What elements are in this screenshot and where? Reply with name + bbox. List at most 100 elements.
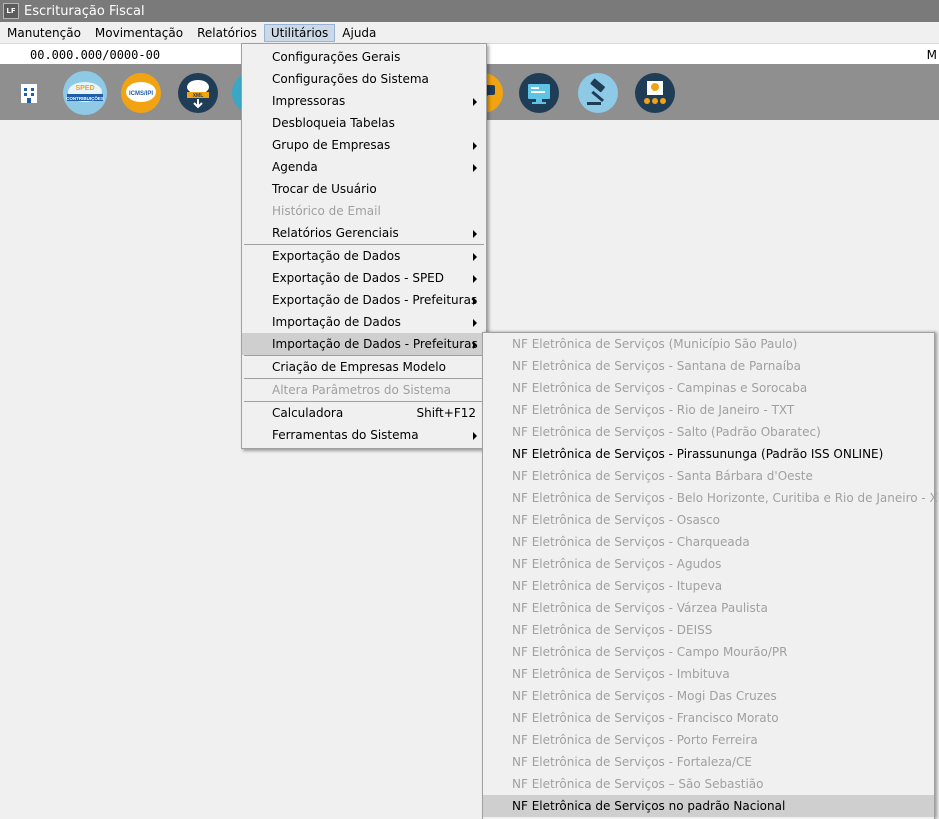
menu-ajuda[interactable]: Ajuda [335,24,383,42]
submenu-item-pirassununga[interactable]: NF Eletrônica de Serviços - Pirassununga… [483,443,934,465]
submenu-item-label: NF Eletrônica de Serviços - Porto Ferrei… [512,733,758,747]
submenu-item-rio-txt: NF Eletrônica de Serviços - Rio de Janei… [483,399,934,421]
menu-item-criacao-empresas-modelo[interactable]: Criação de Empresas Modelo [242,356,486,378]
svg-text:ICMS/IPI: ICMS/IPI [129,91,153,97]
submenu-item-itupeva: NF Eletrônica de Serviços - Itupeva [483,575,934,597]
menu-item-label: Criação de Empresas Modelo [272,360,446,374]
menu-item-relatorios-gerenciais[interactable]: Relatórios Gerenciais [242,222,486,244]
users-icon[interactable] [634,72,676,114]
menu-item-label: Altera Parâmetros do Sistema [272,383,452,397]
menu-item-label: Desbloqueia Tabelas [272,116,395,130]
submenu-item-label: NF Eletrônica de Serviços - Rio de Janei… [512,403,795,417]
submenu-item-santa-barbara: NF Eletrônica de Serviços - Santa Bárbar… [483,465,934,487]
submenu-arrow-icon [473,341,477,349]
menu-movimentacao[interactable]: Movimentação [88,24,190,42]
submenu-item-label: NF Eletrônica de Serviços - Campinas e S… [512,381,808,395]
icms-ipi-icon[interactable]: ICMS/IPI [120,72,162,114]
app-logo-icon: LF [3,3,19,19]
menu-item-configuracoes-gerais[interactable]: Configurações Gerais [242,46,486,68]
submenu-item-padrao-nacional[interactable]: NF Eletrônica de Serviços no padrão Naci… [483,795,934,817]
submenu-item-label: NF Eletrônica de Serviços - Campo Mourão… [512,645,788,659]
menu-item-configuracoes-sistema[interactable]: Configurações do Sistema [242,68,486,90]
submenu-item-label: NF Eletrônica de Serviços - Charqueada [512,535,750,549]
menu-item-label: Exportação de Dados - Prefeituras [272,293,478,307]
menu-item-label: Configurações do Sistema [272,72,429,86]
menu-utilitarios[interactable]: Utilitários [263,23,336,42]
submenu-item-label: NF Eletrônica de Serviços - Salto (Padrã… [512,425,821,439]
submenu-arrow-icon [473,297,477,305]
submenu-item-deiss: NF Eletrônica de Serviços - DEISS [483,619,934,641]
menu-item-label: Grupo de Empresas [272,138,391,152]
submenu-item-label: NF Eletrônica de Serviços - Pirassununga… [512,447,884,461]
menu-item-agenda[interactable]: Agenda [242,156,486,178]
submenu-item-label: NF Eletrônica de Serviços - Itupeva [512,579,723,593]
submenu-item-imbituva: NF Eletrônica de Serviços - Imbituva [483,663,934,685]
submenu-item-label: NF Eletrônica de Serviços no padrão Naci… [512,799,786,813]
submenu-item-sao-paulo: NF Eletrônica de Serviços (Município São… [483,333,934,355]
xml-cloud-icon[interactable]: XML [177,72,219,114]
submenu-arrow-icon [473,275,477,283]
submenu-item-label: NF Eletrônica de Serviços - Agudos [512,557,722,571]
menu-item-calculadora[interactable]: Calculadora Shift+F12 [242,402,486,424]
menu-item-label: Ferramentas do Sistema [272,428,419,442]
submenu-item-sao-sebastiao: NF Eletrônica de Serviços – São Sebastiã… [483,773,934,795]
menu-item-label: Importação de Dados - Prefeituras [272,337,478,351]
sped-contribuicoes-icon[interactable]: SPED CONTRIBUIÇÕES [62,70,108,116]
utilitarios-menu: Configurações Gerais Configurações do Si… [241,43,487,449]
menu-item-importacao-prefeituras[interactable]: Importação de Dados - Prefeituras [242,333,486,355]
submenu-item-bh-curitiba-rio-xml: NF Eletrônica de Serviços - Belo Horizon… [483,487,939,509]
computer-icon[interactable] [518,72,560,114]
submenu-arrow-icon [473,230,477,238]
menu-item-label: Exportação de Dados - SPED [272,271,444,285]
submenu-item-label: NF Eletrônica de Serviços - Várzea Pauli… [512,601,768,615]
submenu-item-fortaleza: NF Eletrônica de Serviços - Fortaleza/CE [483,751,934,773]
submenu-item-campo-mourao: NF Eletrônica de Serviços - Campo Mourão… [483,641,934,663]
submenu-arrow-icon [473,253,477,261]
menu-item-exportacao-prefeituras[interactable]: Exportação de Dados - Prefeituras [242,289,486,311]
gavel-icon[interactable] [577,72,619,114]
submenu-item-label: NF Eletrônica de Serviços - Belo Horizon… [512,491,939,505]
menu-item-label: Agenda [272,160,318,174]
company-cnpj: 00.000.000/0000-00 [30,47,161,62]
submenu-item-agudos: NF Eletrônica de Serviços - Agudos [483,553,934,575]
building-icon[interactable] [8,72,50,114]
info-right-text: M [926,47,937,62]
menu-manutencao[interactable]: Manutenção [0,24,88,42]
title-bar: LF Escrituração Fiscal [0,0,939,22]
submenu-item-label: NF Eletrônica de Serviços - Imbituva [512,667,730,681]
menu-item-label: Exportação de Dados [272,249,401,263]
menu-item-label: Calculadora [272,406,344,420]
menu-bar: Manutenção Movimentação Relatórios Utili… [0,22,939,43]
submenu-item-campinas-sorocaba: NF Eletrônica de Serviços - Campinas e S… [483,377,934,399]
submenu-item-label: NF Eletrônica de Serviços - Fortaleza/CE [512,755,752,769]
submenu-item-charqueada: NF Eletrônica de Serviços - Charqueada [483,531,934,553]
submenu-item-label: NF Eletrônica de Serviços - Francisco Mo… [512,711,779,725]
menu-item-historico-email: Histórico de Email [242,200,486,222]
menu-item-desbloqueia-tabelas[interactable]: Desbloqueia Tabelas [242,112,486,134]
menu-relatorios[interactable]: Relatórios [190,24,264,42]
menu-item-impressoras[interactable]: Impressoras [242,90,486,112]
submenu-arrow-icon [473,164,477,172]
submenu-item-salto: NF Eletrônica de Serviços - Salto (Padrã… [483,421,934,443]
menu-item-exportacao-sped[interactable]: Exportação de Dados - SPED [242,267,486,289]
menu-item-label: Relatórios Gerenciais [272,226,399,240]
submenu-arrow-icon [473,98,477,106]
submenu-item-varzea-paulista: NF Eletrônica de Serviços - Várzea Pauli… [483,597,934,619]
submenu-arrow-icon [473,142,477,150]
submenu-item-santana-parnaiba: NF Eletrônica de Serviços - Santana de P… [483,355,934,377]
menu-item-importacao-dados[interactable]: Importação de Dados [242,311,486,333]
menu-item-label: Trocar de Usuário [272,182,377,196]
menu-item-grupo-empresas[interactable]: Grupo de Empresas [242,134,486,156]
shortcut-label: Shift+F12 [416,406,476,420]
submenu-item-francisco-morato: NF Eletrônica de Serviços - Francisco Mo… [483,707,934,729]
prefeituras-submenu: NF Eletrônica de Serviços (Município São… [482,332,939,819]
menu-item-ferramentas-sistema[interactable]: Ferramentas do Sistema [242,424,486,446]
menu-item-label: Histórico de Email [272,204,381,218]
menu-item-trocar-usuario[interactable]: Trocar de Usuário [242,178,486,200]
submenu-item-mogi-das-cruzes: NF Eletrônica de Serviços - Mogi Das Cru… [483,685,934,707]
submenu-item-label: NF Eletrônica de Serviços - DEISS [512,623,713,637]
window-title: Escrituração Fiscal [24,3,145,19]
submenu-item-porto-ferreira: NF Eletrônica de Serviços - Porto Ferrei… [483,729,934,751]
svg-text:SPED: SPED [75,85,94,92]
menu-item-exportacao-dados[interactable]: Exportação de Dados [242,245,486,267]
